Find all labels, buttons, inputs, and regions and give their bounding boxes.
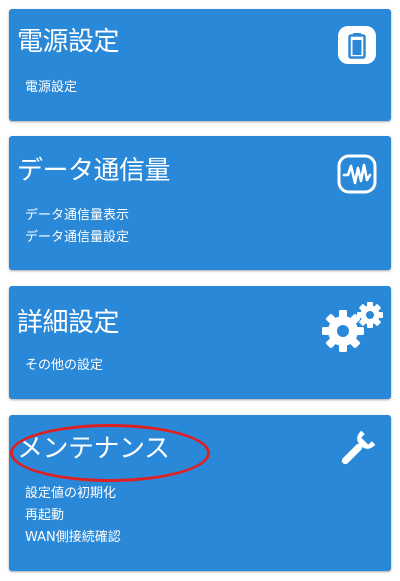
card-items-power: 電源設定 bbox=[25, 77, 77, 99]
gears-icon bbox=[321, 300, 383, 356]
card-title-maintenance: メンテナンス bbox=[17, 434, 170, 464]
card-maintenance: メンテナンス 設定値の初期化 再起動 WAN側接続確認 bbox=[9, 415, 391, 571]
wrench-icon bbox=[339, 429, 376, 473]
menu-item-reboot[interactable]: 再起動 bbox=[25, 505, 121, 527]
card-items-advanced: その他の設定 bbox=[25, 355, 103, 377]
card-power-settings: 電源設定 電源設定 bbox=[9, 9, 391, 121]
battery-icon bbox=[337, 25, 377, 69]
card-items-maintenance: 設定値の初期化 再起動 WAN側接続確認 bbox=[25, 483, 121, 549]
menu-item-factory-reset[interactable]: 設定値の初期化 bbox=[25, 483, 121, 505]
menu-item-data-usage-settings[interactable]: データ通信量設定 bbox=[25, 227, 129, 249]
menu-item-data-usage-display[interactable]: データ通信量表示 bbox=[25, 205, 129, 227]
menu-item-wan-connection-check[interactable]: WAN側接続確認 bbox=[25, 527, 121, 549]
settings-menu-screen: 電源設定 電源設定 データ通信量 データ通信量表示 データ通信量設定 詳細設定 … bbox=[0, 0, 400, 581]
menu-item-other-settings[interactable]: その他の設定 bbox=[25, 355, 103, 377]
card-title-data-usage: データ通信量 bbox=[17, 156, 171, 186]
card-data-usage: データ通信量 データ通信量表示 データ通信量設定 bbox=[9, 136, 391, 270]
menu-item-power-settings[interactable]: 電源設定 bbox=[25, 77, 77, 99]
card-advanced-settings: 詳細設定 その他の設定 bbox=[9, 286, 391, 399]
waveform-icon bbox=[337, 154, 377, 198]
card-items-data-usage: データ通信量表示 データ通信量設定 bbox=[25, 205, 129, 249]
card-title-power: 電源設定 bbox=[17, 27, 120, 57]
card-title-advanced: 詳細設定 bbox=[17, 308, 120, 338]
